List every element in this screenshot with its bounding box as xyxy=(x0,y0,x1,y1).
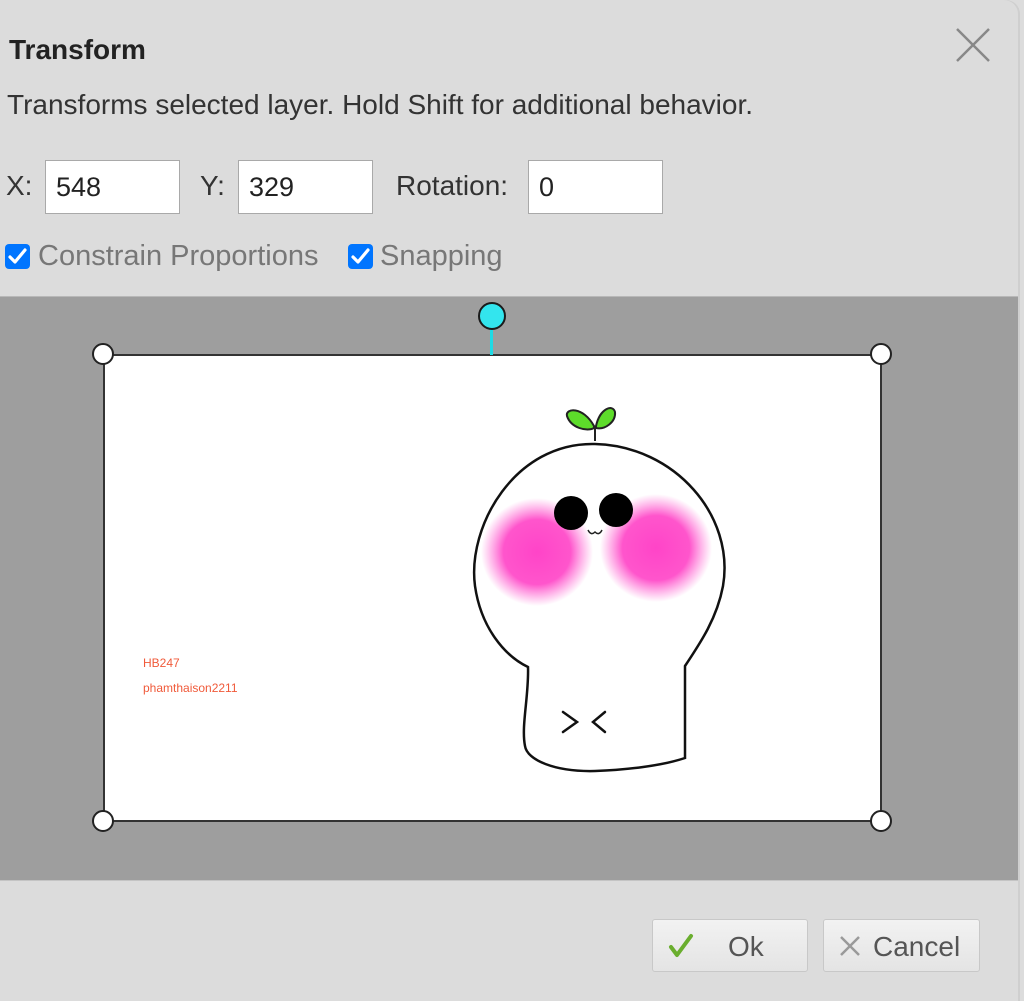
x-label: X: xyxy=(6,170,33,201)
resize-handle-top-left[interactable] xyxy=(92,343,114,365)
constrain-proportions-label[interactable]: Constrain Proportions xyxy=(38,240,318,273)
selected-layer-preview[interactable]: HB247 phamthaison2211 xyxy=(103,354,882,822)
checkmark-icon xyxy=(669,934,693,957)
cancel-button-label: Cancel xyxy=(873,931,961,962)
rotation-handle-stem xyxy=(490,328,493,355)
resize-handle-bottom-right[interactable] xyxy=(870,810,892,832)
cancel-button[interactable]: Cancel xyxy=(823,919,980,972)
snapping-checkbox[interactable] xyxy=(348,244,373,269)
x-icon xyxy=(840,936,860,956)
ok-button-label: Ok xyxy=(728,931,764,962)
snapping-label[interactable]: Snapping xyxy=(380,240,503,273)
watermark-line1: HB247 xyxy=(143,656,180,670)
rotation-input[interactable] xyxy=(528,160,663,214)
y-input[interactable] xyxy=(238,160,373,214)
transform-dialog: Transform Transforms selected layer. Hol… xyxy=(0,0,1018,1001)
dialog-description: Transforms selected layer. Hold Shift fo… xyxy=(7,89,754,120)
checkmark-icon xyxy=(8,248,27,264)
dialog-title: Transform xyxy=(9,34,146,65)
rotation-handle[interactable] xyxy=(478,302,506,330)
resize-handle-top-right[interactable] xyxy=(870,343,892,365)
resize-handle-bottom-left[interactable] xyxy=(92,810,114,832)
close-button[interactable] xyxy=(952,24,994,66)
x-input[interactable] xyxy=(45,160,180,214)
checkmark-icon xyxy=(351,248,370,264)
constrain-proportions-checkbox[interactable] xyxy=(5,244,30,269)
watermark-line2: phamthaison2211 xyxy=(143,681,238,695)
close-icon xyxy=(956,28,990,62)
y-label: Y: xyxy=(200,170,225,201)
rotation-label: Rotation: xyxy=(396,170,509,201)
ok-button[interactable]: Ok xyxy=(652,919,808,972)
character-illustration xyxy=(472,407,726,773)
